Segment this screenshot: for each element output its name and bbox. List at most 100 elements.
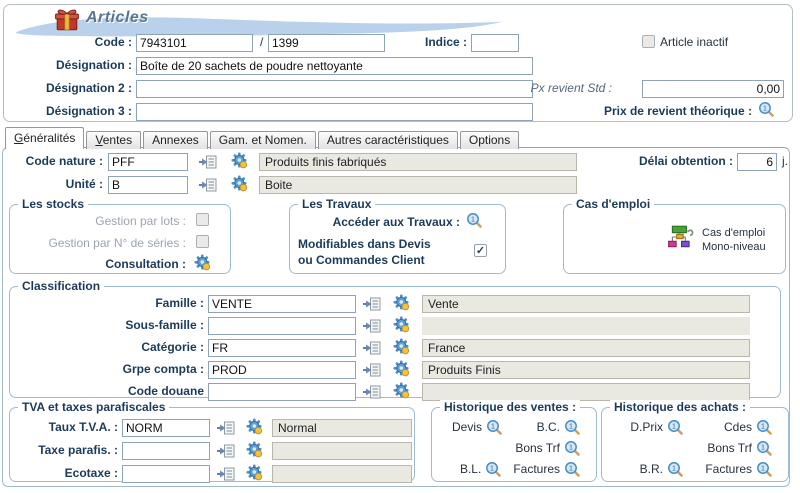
hist-cell-bons-trf: Bons Trf	[514, 439, 592, 456]
categorie-input[interactable]	[208, 339, 356, 357]
ecotaxe-label: Ecotaxe :	[10, 467, 118, 480]
code-douane-display	[422, 383, 750, 401]
gear-icon[interactable]	[231, 152, 248, 169]
hist-cell-factures: Factures	[513, 460, 592, 477]
lookup-icon[interactable]	[216, 444, 235, 458]
gear-icon[interactable]	[246, 464, 263, 481]
hist-cell-empty	[436, 439, 514, 456]
designation3-label: Désignation 3 :	[4, 105, 132, 118]
gestion-series-label: Gestion par N° de séries :	[14, 237, 186, 250]
hist-label: Factures	[513, 462, 560, 476]
article-inactif-label: Article inactif	[660, 36, 728, 49]
lookup-icon[interactable]	[362, 363, 381, 377]
gear-icon[interactable]	[231, 175, 248, 192]
magnifier-icon[interactable]	[564, 461, 580, 477]
hist-label: Devis	[452, 420, 482, 434]
grpe-compta-label: Grpe compta :	[14, 363, 204, 376]
group-les-travaux: Les Travaux Accéder aux Travaux : Modifi…	[289, 204, 506, 274]
acceder-travaux-label: Accéder aux Travaux :	[300, 216, 460, 229]
code-index-input[interactable]	[268, 34, 385, 52]
indice-input[interactable]	[471, 34, 519, 52]
unite-input[interactable]	[108, 176, 188, 194]
lookup-icon[interactable]	[216, 421, 235, 435]
magnifier-icon[interactable]	[564, 440, 580, 456]
article-inactif-checkbox[interactable]	[642, 35, 655, 48]
lookup-icon[interactable]	[216, 467, 235, 481]
taxe-parafis-input[interactable]	[122, 442, 210, 460]
hist-cell-br: B.R.	[606, 460, 695, 477]
modifiables-label-line1: Modifiables dans Devis	[298, 238, 468, 251]
lookup-icon[interactable]	[198, 178, 217, 192]
hist-cell-bc: B.C.	[514, 418, 592, 435]
tab-autres-caracteristiques[interactable]: Autres caractéristiques	[318, 131, 458, 149]
gear-icon[interactable]	[393, 294, 410, 311]
group-classification: Classification Famille : Vente Sous-fami…	[9, 286, 781, 398]
gear-icon[interactable]	[393, 360, 410, 377]
sous-famille-input[interactable]	[208, 317, 356, 335]
group-cas-emploi: Cas d'emploi Cas d'emploi Mono-niveau	[563, 204, 786, 274]
famille-label: Famille :	[14, 297, 204, 310]
cas-emploi-line1: Cas d'emploi	[702, 227, 765, 240]
gear-icon[interactable]	[246, 418, 263, 435]
grpe-compta-display: Produits Finis	[422, 361, 750, 379]
magnifier-icon[interactable]	[466, 212, 482, 228]
header-panel: Articles Code : / Indice : Article inact…	[3, 4, 793, 122]
tab-content-panel: Code nature : Produits finis fabriqués D…	[2, 147, 790, 487]
group-historique-achats: Historique des achats : D.Prix Cdes Bons…	[601, 407, 789, 482]
magnifier-icon[interactable]	[756, 440, 772, 456]
designation3-input[interactable]	[136, 103, 533, 121]
gear-icon[interactable]	[194, 254, 211, 271]
designation-input[interactable]	[136, 57, 533, 75]
group-historique-ventes: Historique des ventes : Devis B.C. Bons …	[431, 407, 597, 482]
tab-options[interactable]: Options	[460, 131, 519, 149]
delai-obtention-unit: j.	[782, 155, 788, 168]
lookup-icon[interactable]	[362, 341, 381, 355]
code-nature-input[interactable]	[108, 153, 188, 171]
unite-display: Boite	[259, 176, 577, 194]
hist-label: B.C.	[537, 420, 560, 434]
famille-input[interactable]	[208, 295, 356, 313]
tab-label: Options	[469, 133, 510, 147]
magnifier-icon[interactable]	[756, 419, 772, 435]
tab-label: Gam. et Nomen.	[219, 133, 307, 147]
grpe-compta-input[interactable]	[208, 361, 356, 379]
tab-ventes[interactable]: Ventes	[86, 131, 141, 149]
delai-obtention-input[interactable]	[737, 153, 777, 171]
ecotaxe-input[interactable]	[122, 465, 210, 483]
gear-icon[interactable]	[246, 441, 263, 458]
magnifier-icon[interactable]	[564, 419, 580, 435]
hist-cell-cdes: Cdes	[695, 418, 784, 435]
code-separator: /	[260, 36, 263, 49]
code-douane-input[interactable]	[208, 383, 356, 401]
indice-label: Indice :	[389, 36, 467, 49]
lookup-icon[interactable]	[362, 297, 381, 311]
magnifier-icon[interactable]	[667, 419, 683, 435]
tab-gam-et-nomen[interactable]: Gam. et Nomen.	[210, 131, 316, 149]
hist-cell-devis: Devis	[436, 418, 514, 435]
tab-label: Autres caractéristiques	[327, 133, 449, 147]
lookup-icon[interactable]	[362, 319, 381, 333]
hist-label: Factures	[705, 462, 752, 476]
hist-label: Cdes	[724, 420, 752, 434]
gestion-lots-label: Gestion par lots :	[14, 215, 186, 228]
tab-generalites[interactable]: Généralités	[5, 127, 84, 149]
lookup-icon[interactable]	[198, 155, 217, 169]
lookup-icon[interactable]	[362, 385, 381, 399]
magnifier-icon[interactable]	[667, 461, 683, 477]
gear-icon[interactable]	[393, 338, 410, 355]
taux-tva-input[interactable]	[122, 419, 210, 437]
hierarchy-icon[interactable]	[667, 225, 695, 249]
magnifier-icon[interactable]	[756, 461, 772, 477]
gear-icon[interactable]	[393, 316, 410, 333]
magnifier-icon[interactable]	[758, 101, 774, 117]
magnifier-icon[interactable]	[485, 461, 501, 477]
magnifier-icon[interactable]	[486, 419, 502, 435]
modifiables-checkbox[interactable]	[474, 244, 487, 257]
gear-icon[interactable]	[393, 382, 410, 399]
hist-label: Bons Trf	[515, 441, 560, 455]
px-revient-std-input[interactable]	[642, 80, 784, 98]
taux-tva-label: Taux T.V.A. :	[10, 421, 118, 434]
tab-annexes[interactable]: Annexes	[143, 131, 208, 149]
code-input[interactable]	[136, 34, 253, 52]
taxe-parafis-display	[272, 442, 412, 460]
